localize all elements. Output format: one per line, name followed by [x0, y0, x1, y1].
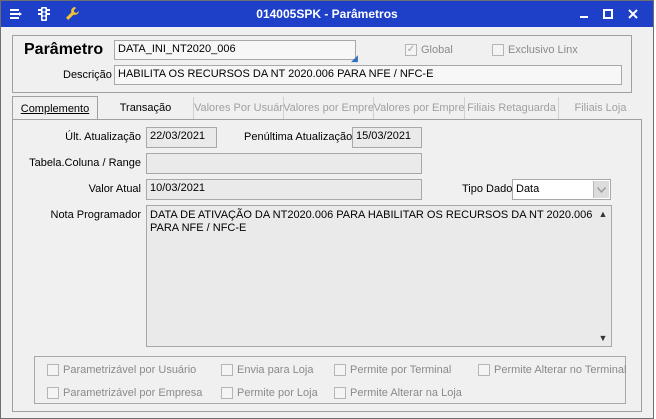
checkbox-label: Permite por Terminal	[350, 364, 452, 376]
parametrizavel-empresa-checkbox[interactable]: Parametrizável por Empresa	[47, 387, 202, 399]
global-checkbox[interactable]: ✓ Global	[405, 44, 453, 56]
parametro-label: Parâmetro	[24, 41, 104, 58]
window-title: 014005SPK - Parâmetros	[256, 7, 398, 21]
exclusivo-linx-checkbox[interactable]: Exclusivo Linx	[492, 44, 578, 56]
checkbox-label: Envia para Loja	[237, 364, 314, 376]
permite-alterar-loja-checkbox[interactable]: Permite Alterar na Loja	[334, 387, 462, 399]
permite-loja-checkbox[interactable]: Permite por Loja	[221, 387, 318, 399]
tipo-dado-label: Tipo Dado	[462, 183, 513, 195]
checkbox-label: Permite por Loja	[237, 387, 318, 399]
tab-filiais-retaguarda[interactable]: Filiais Retaguarda	[465, 97, 559, 119]
tab-valores-usuario[interactable]: Valores Por Usuár	[194, 97, 284, 119]
tab-label: Filiais Loja	[574, 102, 627, 114]
nota-programador-label: Nota Programador	[50, 209, 142, 221]
ult-atualizacao-field[interactable]: 22/03/2021	[146, 127, 217, 148]
tab-valores-empresa-1[interactable]: Valores por Empre	[284, 97, 374, 119]
title-bar: 014005SPK - Parâmetros	[1, 1, 653, 27]
options-group: Parametrizável por Usuário Envia para Lo…	[34, 356, 626, 404]
global-check-box: ✓	[405, 44, 417, 56]
lookup-icon[interactable]: ◢	[351, 53, 358, 64]
complemento-panel: Últ. Atualização 22/03/2021 Penúltima At…	[12, 119, 642, 412]
tab-complemento[interactable]: Complemento	[12, 96, 98, 120]
vertical-scrollbar[interactable]: ▲ ▼	[595, 206, 611, 346]
checkbox-box	[221, 364, 233, 376]
minimize-icon[interactable]	[574, 6, 594, 22]
parametro-field[interactable]: DATA_INI_NT2020_006	[114, 40, 356, 60]
checkbox-label: Permite Alterar na Loja	[350, 387, 462, 399]
penultima-atualizacao-label: Penúltima Atualização	[244, 131, 353, 143]
scroll-down-icon[interactable]: ▼	[595, 331, 611, 345]
tab-valores-empresa-2[interactable]: Valores por Empre	[374, 97, 465, 119]
maximize-icon[interactable]	[598, 6, 618, 22]
tab-filiais-loja[interactable]: Filiais Loja	[559, 97, 642, 119]
checkbox-box	[334, 387, 346, 399]
tab-label: Transação	[119, 102, 172, 114]
ult-atualizacao-label: Últ. Atualização	[65, 131, 141, 143]
checkbox-label: Parametrizável por Empresa	[63, 387, 203, 399]
tab-label: Filiais Retaguarda	[467, 102, 556, 114]
checkbox-label: Parametrizável por Usuário	[63, 364, 197, 376]
global-label: Global	[421, 44, 453, 56]
close-icon[interactable]	[623, 6, 643, 22]
parameter-header-panel: Parâmetro DATA_INI_NT2020_006 ◢ ✓ Global…	[12, 35, 632, 93]
valor-atual-field[interactable]: 10/03/2021	[146, 179, 422, 200]
permite-alterar-terminal-checkbox[interactable]: Permite Alterar no Terminal	[478, 364, 626, 376]
scroll-up-icon[interactable]: ▲	[595, 207, 611, 221]
descricao-label: Descrição	[63, 69, 112, 81]
checkbox-box	[334, 364, 346, 376]
checkbox-box	[47, 364, 59, 376]
tipo-dado-value: Data	[516, 183, 540, 195]
valor-atual-label: Valor Atual	[88, 183, 141, 195]
nota-programador-text: DATA DE ATIVAÇÃO DA NT2020.006 PARA HABI…	[150, 209, 593, 234]
tab-label: Valores por Empre	[284, 102, 374, 114]
descricao-field[interactable]: HABILITA OS RECURSOS DA NT 2020.006 PARA…	[114, 65, 622, 85]
tab-label: Complemento	[20, 102, 90, 115]
envia-loja-checkbox[interactable]: Envia para Loja	[221, 364, 313, 376]
tabela-coluna-label: Tabela.Coluna / Range	[29, 157, 141, 169]
tab-label: Valores por Empre	[374, 102, 465, 114]
tipo-dado-select[interactable]: Data	[512, 179, 611, 200]
parametrizavel-usuario-checkbox[interactable]: Parametrizável por Usuário	[47, 364, 196, 376]
exclusivo-label: Exclusivo Linx	[508, 44, 578, 56]
checkbox-box	[478, 364, 490, 376]
permite-terminal-checkbox[interactable]: Permite por Terminal	[334, 364, 451, 376]
nota-programador-field[interactable]: DATA DE ATIVAÇÃO DA NT2020.006 PARA HABI…	[146, 205, 612, 347]
penultima-atualizacao-field[interactable]: 15/03/2021	[352, 127, 422, 148]
parametros-window: 014005SPK - Parâmetros Parâmetro DATA_IN…	[0, 0, 654, 419]
tab-strip: Complemento Transação Valores Por Usuár …	[12, 96, 642, 120]
tab-transacao[interactable]: Transação	[98, 97, 194, 119]
tab-label: Valores Por Usuár	[194, 102, 284, 114]
checkbox-box	[221, 387, 233, 399]
exclusivo-check-box	[492, 44, 504, 56]
checkbox-box	[47, 387, 59, 399]
tabela-coluna-field[interactable]	[146, 153, 422, 174]
checkbox-label: Permite Alterar no Terminal	[494, 364, 627, 376]
chevron-down-icon[interactable]	[593, 181, 609, 198]
